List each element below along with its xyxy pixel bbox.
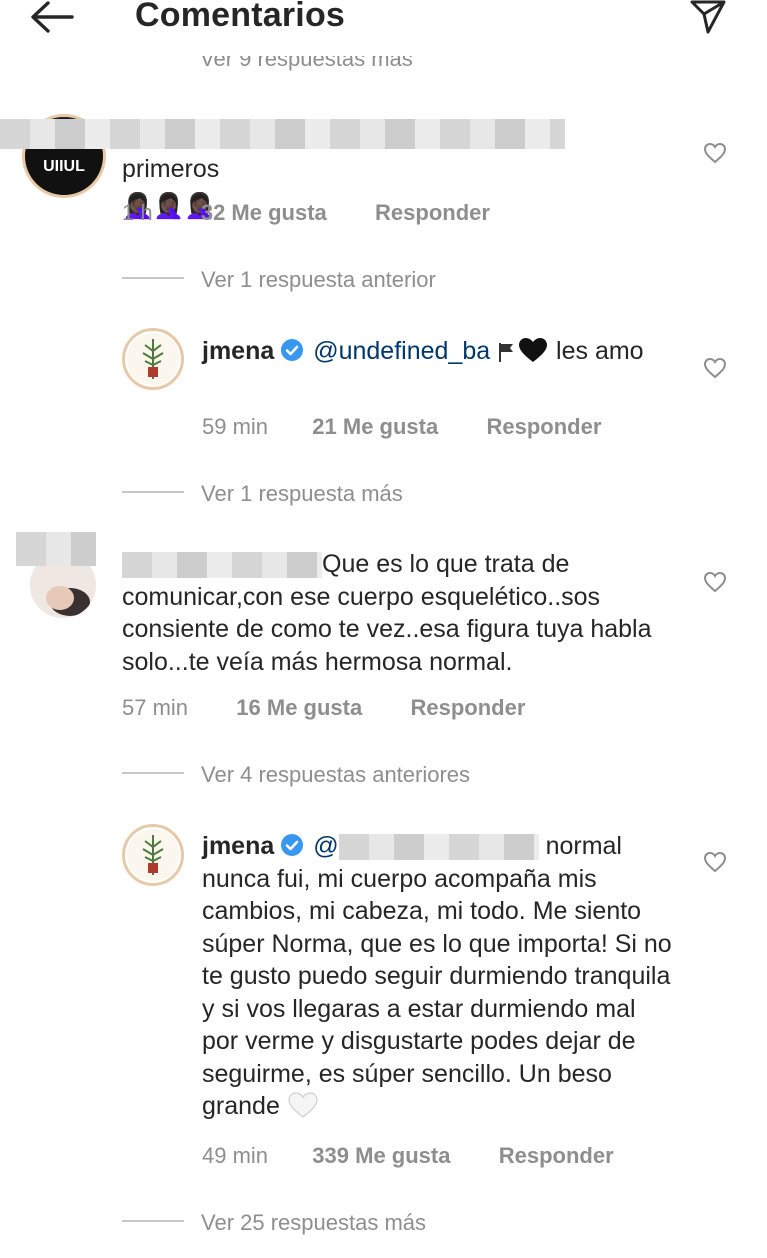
flag-emoji [497,339,517,372]
comment-text: jmena @ normal nunca fui, mi cuerpo acom… [202,830,672,1127]
comment-meta: 1 h 32 Me gusta Responder [122,200,490,226]
white-heart-emoji [287,1092,319,1127]
blurred-avatar-area [16,532,96,566]
view-more-replies-link[interactable]: Ver 1 respuesta más [122,481,403,507]
comment-body-line1: normal [545,832,622,860]
comment-time: 49 min [202,1143,269,1168]
direct-message-icon[interactable] [690,0,726,34]
view-previous-replies-link[interactable]: Ver 4 respuestas anteriores [122,762,470,788]
likes-count[interactable]: 339 Me gusta [312,1143,450,1168]
verified-badge-icon [281,834,304,856]
comment-meta: 49 min 339 Me gusta Responder [202,1143,614,1169]
page-title: Comentarios [135,0,346,34]
likes-count[interactable]: 32 Me gusta [201,200,327,225]
reply-button[interactable]: Responder [486,414,601,439]
avatar[interactable] [122,824,184,886]
comment-text: Que es lo que trata de comunicar,con ese… [122,548,682,678]
mention-link[interactable]: @ [313,832,338,860]
replies-link-label: Ver 4 respuestas anteriores [201,762,471,787]
top-bar: Comentarios [0,0,767,52]
like-heart-icon[interactable] [703,571,727,593]
comment-meta: 59 min 21 Me gusta Responder [202,414,601,440]
comment-body: primeros [122,155,220,183]
blurred-mention [338,834,539,861]
comment-body: nunca fui, mi cuerpo acompaña mis cambio… [202,864,672,1121]
reply-button[interactable]: Responder [410,695,525,720]
blurred-username [122,552,322,579]
black-heart-emoji [517,337,549,372]
divider-line [122,277,184,280]
username[interactable]: jmena [202,337,274,365]
avatar[interactable] [122,328,184,390]
divider-line [122,1220,184,1223]
like-heart-icon[interactable] [703,142,727,164]
back-arrow-icon[interactable] [28,0,78,36]
reply-button[interactable]: Responder [375,200,490,225]
svg-text:UIIUL: UIIUL [43,158,85,175]
divider-line [122,491,184,494]
replies-link-label: Ver 1 respuesta más [201,481,403,506]
comment-time: 1 h [122,200,153,225]
view-more-replies-link[interactable]: Ver 9 respuestas más [200,56,413,78]
view-more-replies-label: Ver 9 respuestas más [200,56,413,71]
verified-badge-icon [281,339,304,361]
replies-link-label: Ver 25 respuestas más [201,1210,427,1235]
comment-time: 57 min [122,695,189,720]
replies-link-label: Ver 1 respuesta anterior [201,267,436,292]
comment-body: comunicar,con ese cuerpo esquelético..so… [122,582,652,676]
comment-meta: 57 min 16 Me gusta Responder [122,695,525,721]
comment-body-line1: Que es lo que trata de [322,550,570,578]
blurred-username [0,119,565,149]
like-heart-icon[interactable] [703,357,727,379]
comment-text: jmena @undefined_ba les amo [202,335,652,372]
username[interactable]: jmena [202,832,274,860]
like-heart-icon[interactable] [703,851,727,873]
mention-link[interactable]: @undefined_ba [313,337,490,365]
comment-body: les amo [556,337,644,365]
view-previous-replies-link[interactable]: Ver 1 respuesta anterior [122,267,436,293]
comment-time: 59 min [202,414,269,439]
view-more-replies-link[interactable]: Ver 25 respuestas más [122,1210,426,1236]
divider-line [122,772,184,775]
likes-count[interactable]: 16 Me gusta [236,695,362,720]
likes-count[interactable]: 21 Me gusta [312,414,438,439]
reply-button[interactable]: Responder [499,1143,614,1168]
